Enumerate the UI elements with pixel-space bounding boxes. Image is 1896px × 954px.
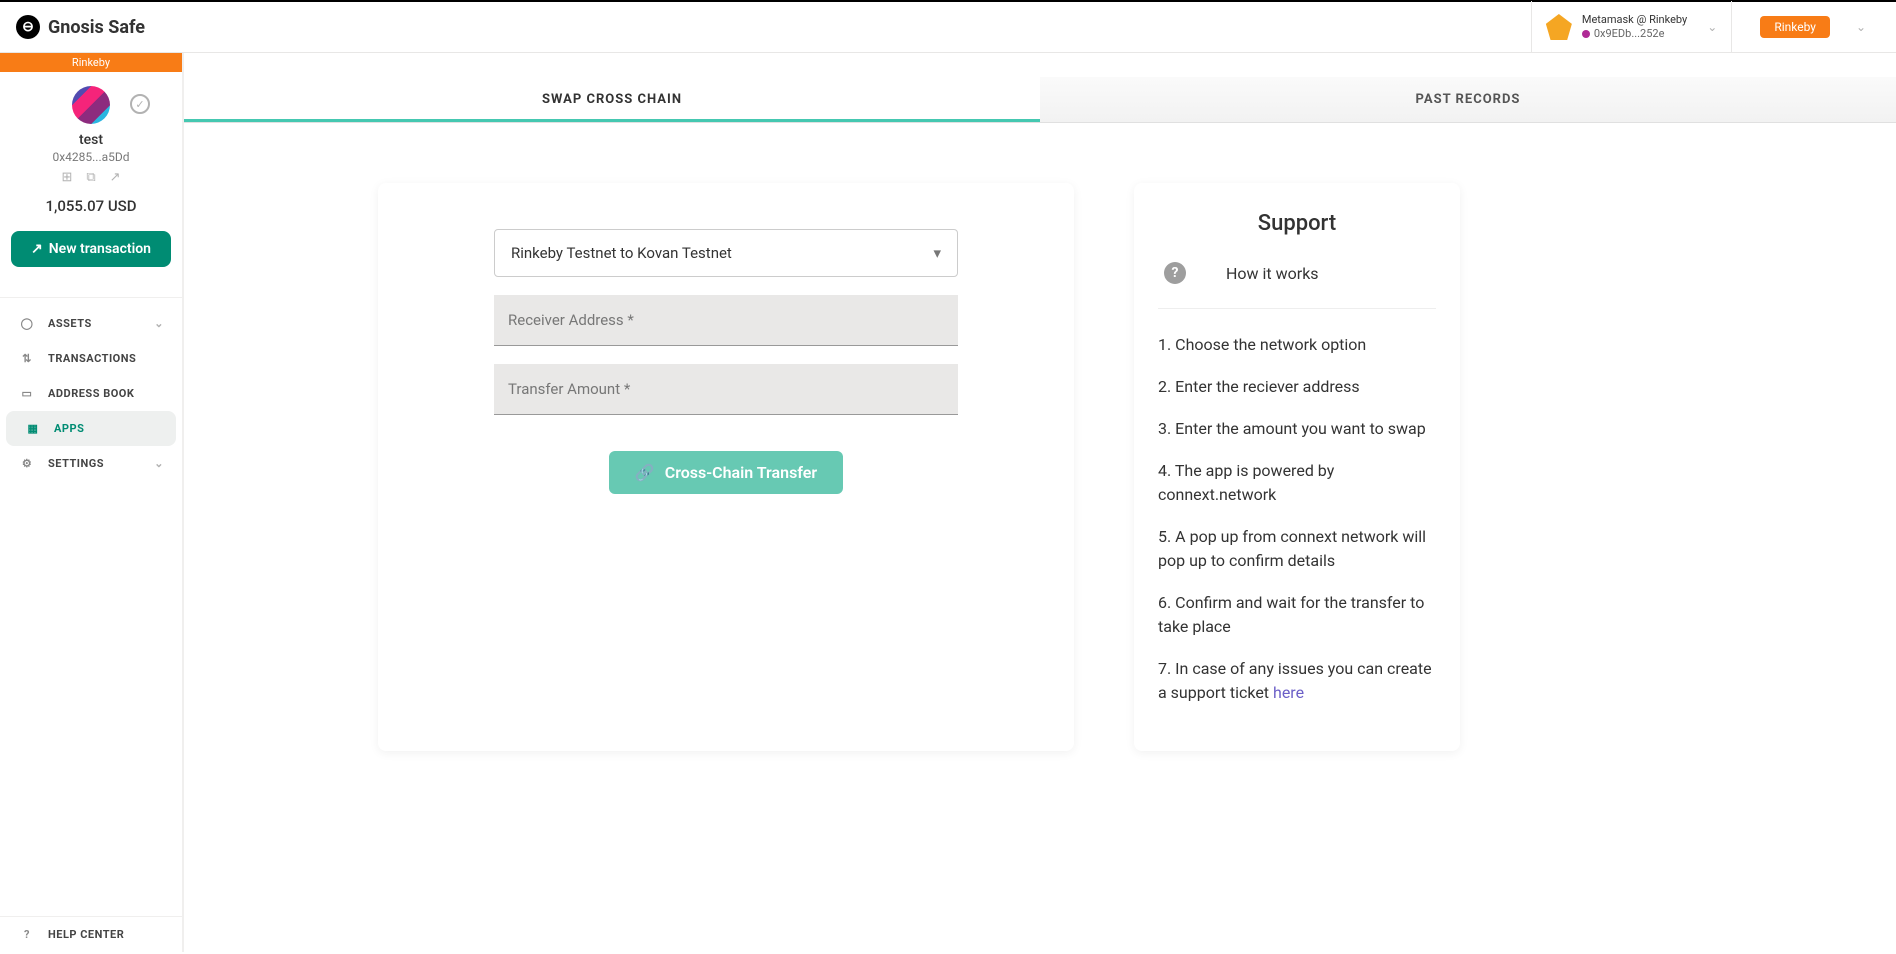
sidebar-item-apps[interactable]: ▦ APPS xyxy=(6,411,176,446)
logo[interactable]: ⊖ Gnosis Safe xyxy=(16,15,145,39)
safe-balance: 1,055.07 USD xyxy=(10,197,172,215)
question-icon: ? xyxy=(1164,262,1186,284)
safe-status-icon[interactable]: ✓ xyxy=(130,94,150,114)
brand-name: Gnosis Safe xyxy=(48,17,145,38)
external-link-icon[interactable]: ↗ xyxy=(110,170,121,185)
safe-avatar xyxy=(72,86,110,124)
chevron-down-icon: ⌄ xyxy=(1856,20,1866,34)
network-selector[interactable]: Rinkeby ⌄ xyxy=(1731,1,1880,54)
nav-label: ASSETS xyxy=(48,317,92,330)
logo-icon: ⊖ xyxy=(16,15,40,39)
network-select-value: Rinkeby Testnet to Kovan Testnet xyxy=(511,244,732,262)
transactions-icon: ⇅ xyxy=(18,352,36,365)
sidebar-item-assets[interactable]: ◯ ASSETS ⌄ xyxy=(0,306,182,341)
safe-name: test xyxy=(10,132,172,148)
support-step: 2. Enter the reciever address xyxy=(1158,375,1436,399)
chevron-down-icon: ⌄ xyxy=(1707,20,1717,34)
qr-icon[interactable]: ⊞ xyxy=(61,170,72,185)
nav-label: ADDRESS BOOK xyxy=(48,387,134,400)
support-step: 5. A pop up from connext network will po… xyxy=(1158,525,1436,573)
support-step: 6. Confirm and wait for the transfer to … xyxy=(1158,591,1436,639)
tabs: SWAP CROSS CHAIN PAST RECORDS xyxy=(184,77,1896,123)
wallet-address: 0x9EDb...252e xyxy=(1594,27,1665,41)
help-icon: ? xyxy=(18,928,36,941)
new-tx-label: New transaction xyxy=(49,241,151,257)
main-content: SWAP CROSS CHAIN PAST RECORDS Rinkeby Te… xyxy=(184,53,1896,952)
support-step: 1. Choose the network option xyxy=(1158,333,1436,357)
sidebar-network-badge: Rinkeby xyxy=(0,53,182,72)
metamask-icon xyxy=(1546,14,1572,40)
tab-past-records[interactable]: PAST RECORDS xyxy=(1040,77,1896,122)
address-book-icon: ▭ xyxy=(18,387,36,400)
dropdown-arrow-icon: ▾ xyxy=(933,244,941,262)
link-icon: 🔗 xyxy=(635,463,655,482)
support-how-row[interactable]: ? How it works xyxy=(1158,254,1436,309)
apps-icon: ▦ xyxy=(24,422,42,435)
nav-label: APPS xyxy=(54,422,84,435)
transfer-btn-label: Cross-Chain Transfer xyxy=(665,463,817,482)
wallet-name: Metamask @ Rinkeby xyxy=(1582,13,1687,27)
wallet-selector[interactable]: Metamask @ Rinkeby 0x9EDb...252e ⌄ xyxy=(1531,1,1731,54)
sidebar-item-address-book[interactable]: ▭ ADDRESS BOOK xyxy=(0,376,182,411)
gear-icon: ⚙ xyxy=(18,457,36,470)
sidebar-item-settings[interactable]: ⚙ SETTINGS ⌄ xyxy=(0,446,182,481)
arrow-icon: ↗ xyxy=(31,241,43,257)
swap-form-card: Rinkeby Testnet to Kovan Testnet ▾ 🔗 Cro… xyxy=(378,183,1074,751)
topbar: ⊖ Gnosis Safe Metamask @ Rinkeby 0x9EDb.… xyxy=(0,0,1896,53)
support-step: 3. Enter the amount you want to swap xyxy=(1158,417,1436,441)
nav-label: SETTINGS xyxy=(48,457,104,470)
support-step: 4. The app is powered by connext.network xyxy=(1158,459,1436,507)
receiver-address-input[interactable] xyxy=(494,295,958,346)
assets-icon: ◯ xyxy=(18,317,36,330)
safe-address: 0x4285...a5Dd xyxy=(10,150,172,164)
support-how-label: How it works xyxy=(1226,264,1319,283)
tab-swap[interactable]: SWAP CROSS CHAIN xyxy=(184,77,1040,122)
sidebar: Rinkeby ✓ test 0x4285...a5Dd ⊞ ⧉ ↗ 1,055… xyxy=(0,53,184,952)
sidebar-item-help[interactable]: ? HELP CENTER xyxy=(0,917,182,952)
support-step: 7. In case of any issues you can create … xyxy=(1158,657,1436,705)
cross-chain-transfer-button[interactable]: 🔗 Cross-Chain Transfer xyxy=(609,451,843,494)
support-title: Support xyxy=(1158,211,1436,236)
support-steps: 1. Choose the network option 2. Enter th… xyxy=(1158,333,1436,705)
support-ticket-link[interactable]: here xyxy=(1273,683,1304,702)
copy-icon[interactable]: ⧉ xyxy=(86,170,95,185)
chevron-down-icon: ⌄ xyxy=(154,457,164,470)
nav-label: HELP CENTER xyxy=(48,928,124,941)
nav-label: TRANSACTIONS xyxy=(48,352,136,365)
sidebar-item-transactions[interactable]: ⇅ TRANSACTIONS xyxy=(0,341,182,376)
transfer-amount-input[interactable] xyxy=(494,364,958,415)
support-card: Support ? How it works 1. Choose the net… xyxy=(1134,183,1460,751)
network-badge: Rinkeby xyxy=(1760,16,1830,38)
chevron-down-icon: ⌄ xyxy=(154,317,164,330)
new-transaction-button[interactable]: ↗ New transaction xyxy=(11,231,171,267)
status-dot-icon xyxy=(1582,30,1590,38)
network-select[interactable]: Rinkeby Testnet to Kovan Testnet ▾ xyxy=(494,229,958,277)
